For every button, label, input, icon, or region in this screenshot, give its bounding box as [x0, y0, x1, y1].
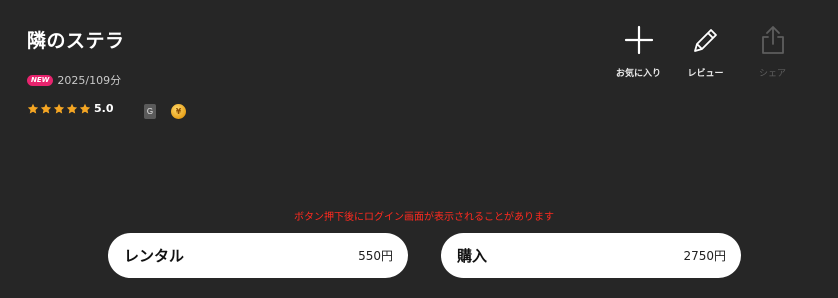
- favorite-label: お気に入り: [615, 69, 661, 79]
- star-rating: [27, 103, 91, 115]
- favorite-button[interactable]: お気に入り: [605, 24, 672, 79]
- meta-row: NEW 2025/109分: [27, 72, 121, 88]
- age-rating-badge: G: [144, 104, 156, 119]
- review-label: レビュー: [687, 69, 724, 79]
- coin-icon: ¥: [171, 104, 186, 119]
- page-title: 隣のステラ: [27, 30, 125, 52]
- share-label: シェア: [758, 69, 786, 79]
- rental-button[interactable]: レンタル 550円: [108, 233, 408, 278]
- share-icon: [761, 26, 784, 54]
- release-info: 2025/109分: [57, 74, 122, 87]
- review-button[interactable]: レビュー: [672, 24, 739, 79]
- plus-icon: [624, 25, 653, 55]
- rental-price: 550円: [358, 249, 393, 263]
- buy-price: 2750円: [683, 249, 726, 263]
- rental-label: レンタル: [124, 247, 185, 265]
- login-notice: ボタン押下後にログイン画面が表示されることがあります: [294, 212, 554, 223]
- star-icon: [79, 103, 91, 114]
- new-badge: NEW: [27, 74, 54, 86]
- star-icon: [66, 103, 78, 114]
- action-bar: お気に入り レビュー シェア: [605, 24, 806, 79]
- rating-row: 5.0: [27, 102, 114, 115]
- share-button[interactable]: シェア: [739, 24, 806, 79]
- rating-value: 5.0: [94, 102, 114, 115]
- star-icon: [40, 103, 52, 114]
- buy-button[interactable]: 購入 2750円: [441, 233, 741, 278]
- star-icon: [27, 103, 39, 114]
- buy-label: 購入: [457, 247, 488, 265]
- pencil-icon: [693, 29, 717, 52]
- star-icon: [53, 103, 65, 114]
